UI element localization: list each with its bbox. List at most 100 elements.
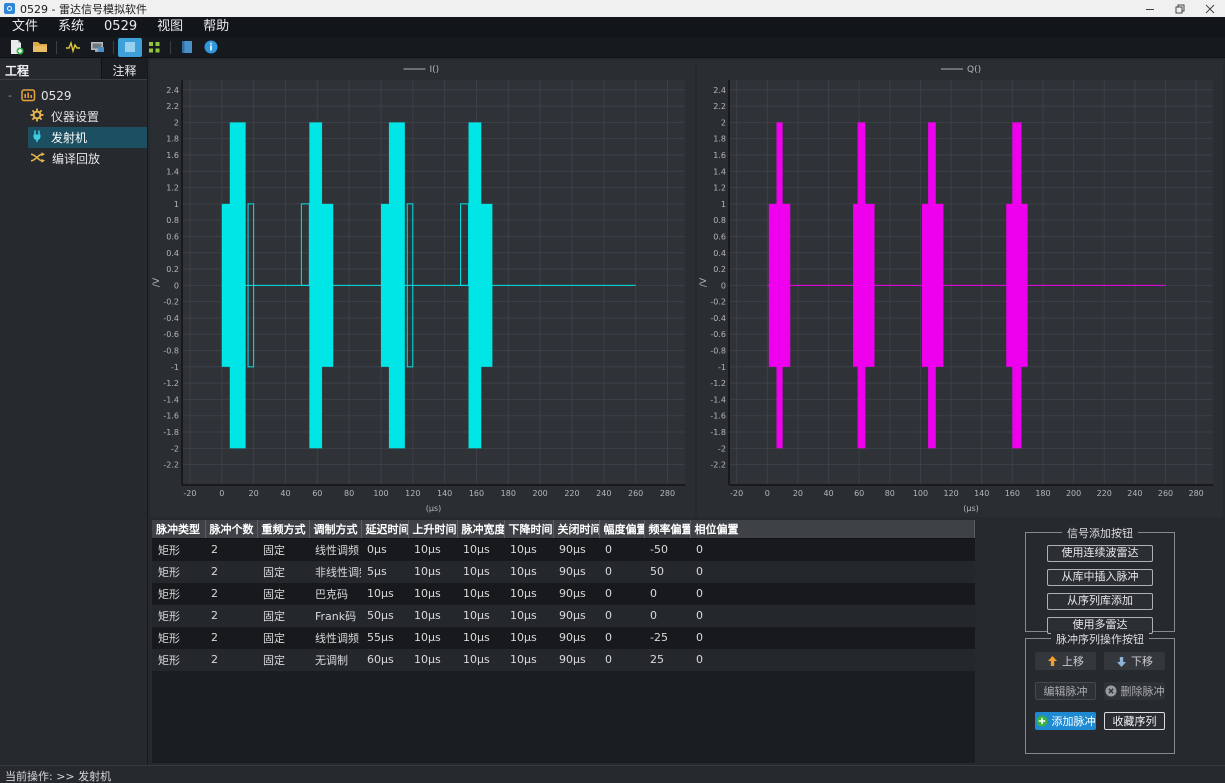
svg-text:-0.2: -0.2	[710, 298, 726, 307]
table-cell: 0	[690, 539, 975, 561]
menu-item-4[interactable]: 帮助	[193, 17, 239, 37]
column-header-1[interactable]: 脉冲个数	[205, 520, 257, 539]
signal-add-button-1[interactable]: 从库中插入脉冲	[1047, 569, 1153, 586]
menu-item-3[interactable]: 视图	[147, 17, 193, 37]
table-row-4[interactable]: 矩形2固定线性调频55µs10µs10µs10µs90µs0-250	[152, 627, 975, 649]
table-cell: 2	[205, 605, 257, 627]
column-header-11[interactable]: 相位偏置	[690, 520, 975, 539]
column-header-0[interactable]: 脉冲类型	[152, 520, 205, 539]
window-title: 0529 - 雷达信号模拟软件	[20, 1, 147, 17]
svg-text:60: 60	[854, 489, 864, 498]
report-icon[interactable]	[175, 38, 199, 57]
waveform-icon[interactable]	[61, 38, 85, 57]
svg-text:0: 0	[721, 281, 726, 290]
svg-text:0.8: 0.8	[166, 216, 179, 225]
table-row-0[interactable]: 矩形2固定线性调频0µs10µs10µs10µs90µs0-500	[152, 539, 975, 561]
restore-icon	[1175, 4, 1185, 14]
display-view-icon[interactable]	[118, 38, 142, 57]
table-cell: 矩形	[152, 605, 205, 627]
status-text: 当前操作: >> 发射机	[5, 770, 111, 783]
expander-icon[interactable]: -	[8, 89, 16, 102]
arrow-down-icon	[1116, 656, 1127, 667]
column-header-6[interactable]: 脉冲宽度	[457, 520, 504, 539]
column-header-4[interactable]: 延迟时间	[361, 520, 408, 539]
svg-text:100: 100	[373, 489, 388, 498]
svg-text:2: 2	[174, 118, 179, 127]
table-row-5[interactable]: 矩形2固定无调制60µs10µs10µs10µs90µs0250	[152, 649, 975, 671]
device-export-icon[interactable]	[85, 38, 109, 57]
column-header-10[interactable]: 频率偏置	[644, 520, 690, 539]
info-icon[interactable]	[199, 38, 223, 57]
table-cell: 矩形	[152, 539, 205, 561]
add-pulse-button[interactable]: 添加脉冲	[1035, 712, 1096, 730]
tree-item-2[interactable]: 编译回放	[28, 148, 147, 169]
svg-text:180: 180	[1035, 489, 1050, 498]
column-header-2[interactable]: 重频方式	[257, 520, 309, 539]
close-button[interactable]	[1195, 0, 1225, 17]
table-cell: 10µs	[408, 583, 457, 605]
open-folder-icon[interactable]	[28, 38, 52, 57]
minimize-icon	[1145, 4, 1155, 14]
tree-item-1[interactable]: 发射机	[28, 127, 147, 148]
table-cell: 2	[205, 649, 257, 671]
arrow-up-icon	[1047, 656, 1058, 667]
column-header-3[interactable]: 调制方式	[309, 520, 361, 539]
tab-project[interactable]: 工程	[0, 58, 101, 79]
svg-text:-0.6: -0.6	[710, 330, 726, 339]
toolbar-separator	[56, 41, 57, 54]
gear-icon	[30, 108, 44, 125]
svg-text:160: 160	[469, 489, 484, 498]
svg-text:280: 280	[1189, 489, 1204, 498]
menu-item-1[interactable]: 系统	[48, 17, 94, 37]
svg-text:120: 120	[405, 489, 420, 498]
close-icon	[1205, 4, 1215, 14]
svg-text:200: 200	[533, 489, 548, 498]
table-cell: 0	[599, 605, 644, 627]
svg-text:-2: -2	[718, 444, 726, 453]
grid-view-icon[interactable]	[142, 38, 166, 57]
menu-item-2[interactable]: 0529	[94, 17, 147, 37]
column-header-8[interactable]: 关闭时间	[553, 520, 599, 539]
table-cell: 0	[599, 649, 644, 671]
menu-item-0[interactable]: 文件	[2, 17, 48, 37]
delete-pulse-button[interactable]: 删除脉冲	[1104, 682, 1165, 700]
status-bar: 当前操作: >> 发射机	[0, 765, 1225, 783]
table-cell: 0	[690, 649, 975, 671]
column-header-9[interactable]: 幅度偏置	[599, 520, 644, 539]
signal-add-button-2[interactable]: 从序列库添加	[1047, 593, 1153, 610]
table-cell: 固定	[257, 605, 309, 627]
signal-add-button-0[interactable]: 使用连续波雷达	[1047, 545, 1153, 562]
new-file-icon[interactable]	[4, 38, 28, 57]
column-header-5[interactable]: 上升时间	[408, 520, 457, 539]
app-icon	[4, 3, 15, 14]
edit-pulse-button[interactable]: 编辑脉冲	[1035, 682, 1096, 700]
toolbar-separator	[113, 41, 114, 54]
table-row-1[interactable]: 矩形2固定非线性调频5µs10µs10µs10µs90µs0500	[152, 561, 975, 583]
table-row-3[interactable]: 矩形2固定Frank码50µs10µs10µs10µs90µs000	[152, 605, 975, 627]
svg-text:Q(): Q()	[967, 65, 981, 75]
tab-comment[interactable]: 注释	[101, 58, 147, 79]
svg-text:-0.8: -0.8	[710, 347, 726, 356]
svg-text:260: 260	[1158, 489, 1173, 498]
restore-button[interactable]	[1165, 0, 1195, 17]
table-cell: 10µs	[361, 583, 408, 605]
move-up-button[interactable]: 上移	[1035, 652, 1096, 670]
table-row-2[interactable]: 矩形2固定巴克码10µs10µs10µs10µs90µs000	[152, 583, 975, 605]
project-icon	[21, 87, 36, 105]
svg-text:1.6: 1.6	[713, 151, 726, 160]
tree-item-label: 仪器设置	[51, 108, 99, 125]
table-cell: 固定	[257, 561, 309, 583]
minimize-button[interactable]	[1135, 0, 1165, 17]
collect-sequence-button[interactable]: 收藏序列	[1104, 712, 1165, 730]
svg-text:(µs): (µs)	[963, 504, 979, 513]
tree-item-0[interactable]: 仪器设置	[28, 106, 147, 127]
table-cell: 55µs	[361, 627, 408, 649]
svg-text:0: 0	[219, 489, 224, 498]
table-cell: 0µs	[361, 539, 408, 561]
table-cell: 0	[599, 627, 644, 649]
svg-text:2: 2	[721, 118, 726, 127]
svg-text:80: 80	[344, 489, 354, 498]
column-header-7[interactable]: 下降时间	[504, 520, 553, 539]
move-down-button[interactable]: 下移	[1104, 652, 1165, 670]
tree-root-project[interactable]: -0529	[0, 85, 147, 106]
